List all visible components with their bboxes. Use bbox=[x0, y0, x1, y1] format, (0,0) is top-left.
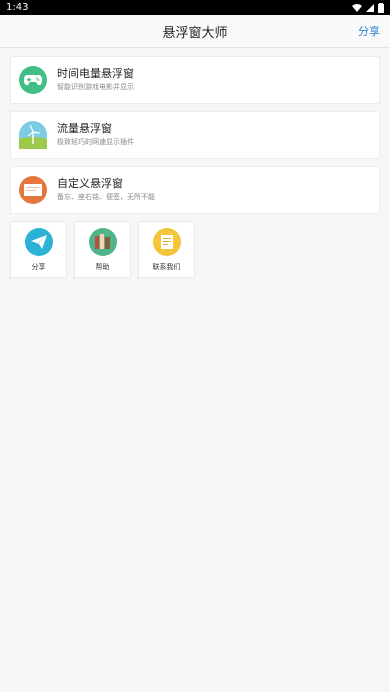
gamepad-icon bbox=[19, 66, 47, 94]
card-subtitle: 极致轻巧的网速显示插件 bbox=[57, 138, 134, 146]
books-icon bbox=[88, 228, 117, 256]
tile-row: 分享 帮助 联系我们 bbox=[10, 221, 380, 278]
signal-icon bbox=[366, 3, 374, 12]
tile-help[interactable]: 帮助 bbox=[74, 221, 131, 278]
page-title: 悬浮窗大师 bbox=[162, 25, 228, 41]
share-button[interactable]: 分享 bbox=[358, 23, 380, 39]
window-icon bbox=[19, 176, 47, 204]
wifi-icon bbox=[352, 3, 362, 12]
card-title: 时间电量悬浮窗 bbox=[57, 67, 134, 80]
card-title: 流量悬浮窗 bbox=[57, 122, 112, 135]
tile-share[interactable]: 分享 bbox=[10, 221, 67, 278]
card-traffic-floating[interactable]: 流量悬浮窗 极致轻巧的网速显示插件 bbox=[10, 111, 380, 159]
windmill-icon bbox=[19, 121, 47, 149]
paper-plane-icon bbox=[24, 228, 53, 256]
card-subtitle: 智能识别游戏电影并显示 bbox=[57, 83, 134, 91]
tile-contact[interactable]: 联系我们 bbox=[138, 221, 195, 278]
tile-label: 联系我们 bbox=[152, 263, 181, 271]
status-bar: 1:43 bbox=[0, 0, 390, 15]
status-icons bbox=[352, 2, 384, 13]
card-custom-floating[interactable]: 自定义悬浮窗 备忘、座右铭、便签，无所不能 bbox=[10, 166, 380, 214]
contact-icon bbox=[152, 228, 181, 256]
main-content: 时间电量悬浮窗 智能识别游戏电影并显示 流量悬浮窗 极致轻巧的网速显示插件 自定 bbox=[0, 48, 390, 286]
card-time-battery-floating[interactable]: 时间电量悬浮窗 智能识别游戏电影并显示 bbox=[10, 56, 380, 104]
status-time: 1:43 bbox=[6, 2, 29, 13]
card-title: 自定义悬浮窗 bbox=[57, 177, 123, 190]
tile-label: 帮助 bbox=[95, 263, 110, 271]
tile-label: 分享 bbox=[31, 263, 46, 271]
app-bar: 悬浮窗大师 分享 bbox=[0, 15, 390, 48]
battery-icon bbox=[378, 2, 384, 13]
card-subtitle: 备忘、座右铭、便签，无所不能 bbox=[57, 193, 155, 201]
